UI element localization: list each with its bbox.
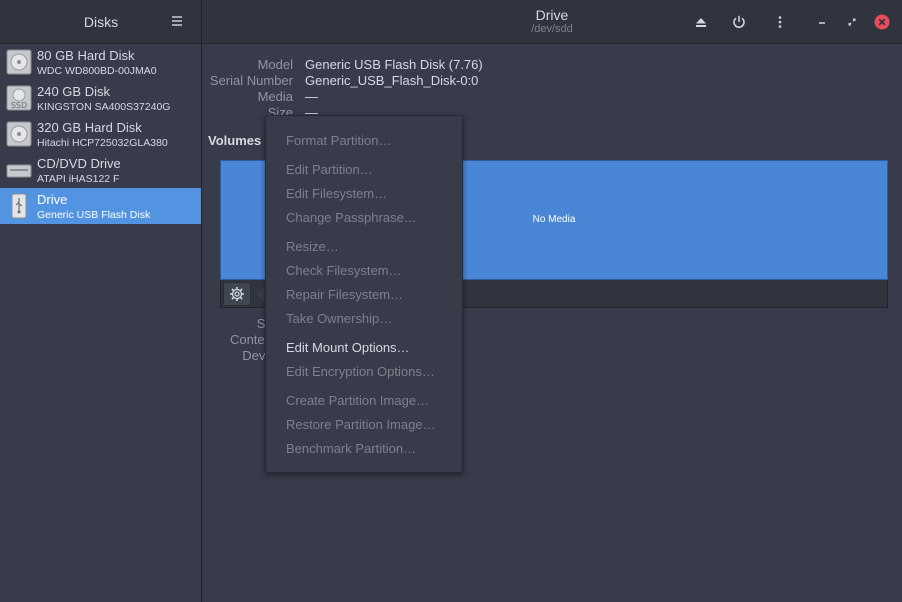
disk-model: WDC WD800BD-00JMA0 <box>37 65 157 77</box>
menu-item-edit-encryption-options: Edit Encryption Options… <box>286 364 435 379</box>
disk-name: Drive <box>37 192 68 207</box>
menu-item-edit-partition: Edit Partition… <box>286 162 373 177</box>
disk-model: ATAPI iHAS122 F <box>37 173 120 185</box>
sidebar-header: Disks <box>0 0 202 44</box>
gear-icon[interactable] <box>223 282 251 306</box>
minimize-icon[interactable] <box>812 12 832 32</box>
menu-item-benchmark-partition: Benchmark Partition… <box>286 441 417 456</box>
power-icon[interactable] <box>729 12 749 32</box>
disk-model: Hitachi HCP725032GLA380 <box>37 137 168 149</box>
header-bar: Drive /dev/sdd <box>202 0 902 44</box>
ssd-icon: SSD <box>6 85 32 111</box>
disk-model: KINGSTON SA400S37240G <box>37 101 171 113</box>
serial-value: Generic_USB_Flash_Disk-0:0 <box>305 73 479 88</box>
menu-item-repair-filesystem: Repair Filesystem… <box>286 287 404 302</box>
media-label: Media <box>257 89 293 104</box>
disk-name: CD/DVD Drive <box>37 156 121 171</box>
menu-item-take-ownership: Take Ownership… <box>286 311 393 326</box>
hdd-icon <box>6 49 32 75</box>
menu-item-edit-filesystem: Edit Filesystem… <box>286 186 388 201</box>
hdd-icon <box>6 121 32 147</box>
menu-item-edit-mount-options[interactable]: Edit Mount Options… <box>286 340 410 355</box>
disk-name: 80 GB Hard Disk <box>37 48 135 63</box>
menu-item-resize: Resize… <box>286 239 339 254</box>
hamburger-icon[interactable] <box>168 12 186 30</box>
optical-drive-icon <box>6 157 32 183</box>
disk-name: 320 GB Hard Disk <box>37 120 142 135</box>
disk-item-drive[interactable]: Drive Generic USB Flash Disk <box>0 188 201 224</box>
menu-item-check-filesystem: Check Filesystem… <box>286 263 402 278</box>
window-title: Drive <box>535 7 569 23</box>
restore-icon[interactable] <box>842 12 862 32</box>
disk-model: Generic USB Flash Disk <box>37 209 151 221</box>
media-value: — <box>305 89 318 104</box>
close-icon[interactable] <box>872 12 892 32</box>
model-label: Model <box>257 57 293 72</box>
disk-item-320gb[interactable]: 320 GB Hard Disk Hitachi HCP725032GLA380 <box>0 116 201 152</box>
disk-item-cd-dvd[interactable]: CD/DVD Drive ATAPI iHAS122 F <box>0 152 201 188</box>
disk-name: 240 GB Disk <box>37 84 110 99</box>
menu-item-create-partition-image: Create Partition Image… <box>286 393 430 408</box>
serial-label: Serial Number <box>209 73 293 88</box>
eject-icon[interactable] <box>691 12 711 32</box>
menu-item-format-partition: Format Partition… <box>286 133 392 148</box>
volumes-heading: Volumes <box>208 133 262 148</box>
window-subtitle: /dev/sdd <box>531 23 573 35</box>
usb-drive-icon <box>6 193 32 219</box>
more-icon[interactable] <box>770 12 790 32</box>
disk-item-80gb[interactable]: 80 GB Hard Disk WDC WD800BD-00JMA0 <box>0 44 201 80</box>
menu-item-change-passphrase: Change Passphrase… <box>286 210 417 225</box>
disk-item-240gb[interactable]: SSD 240 GB Disk KINGSTON SA400S37240G <box>0 80 201 116</box>
menu-item-restore-partition-image: Restore Partition Image… <box>286 417 436 432</box>
partition-menu: Format Partition… Edit Partition… Edit F… <box>265 115 463 473</box>
model-value: Generic USB Flash Disk (7.76) <box>305 57 483 72</box>
svg-text:SSD: SSD <box>11 101 27 110</box>
disk-list: 80 GB Hard Disk WDC WD800BD-00JMA0 SSD 2… <box>0 44 202 602</box>
